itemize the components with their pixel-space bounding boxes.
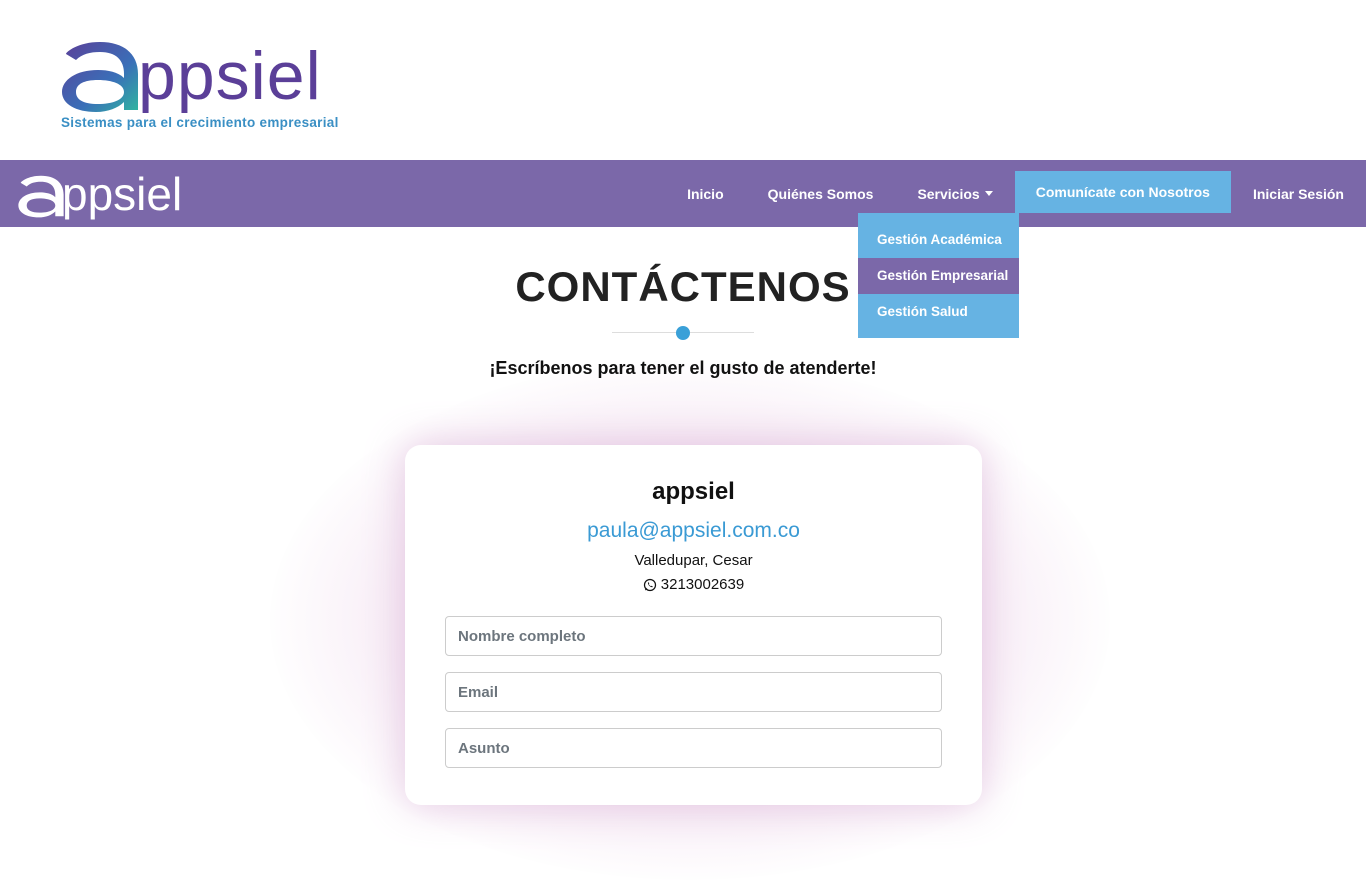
contact-phone-number: 3213002639 <box>660 576 745 593</box>
logo-a-mark-white <box>18 175 64 218</box>
logo-a-mark <box>62 42 138 112</box>
contact-phone: 3213002639 <box>405 576 982 593</box>
whatsapp-icon <box>643 578 656 591</box>
nav-inicio[interactable]: Inicio <box>665 160 746 227</box>
email-input[interactable] <box>445 672 942 712</box>
subject-input[interactable] <box>445 728 942 768</box>
full-name-input[interactable] <box>445 616 942 656</box>
top-brand-header: ppsiel Sistemas para el crecimiento empr… <box>0 0 1366 160</box>
page-title: CONTÁCTENOS <box>515 263 851 310</box>
contact-email-link[interactable]: paula@appsiel.com.co <box>405 519 982 543</box>
logo-wordmark: ppsiel <box>138 38 322 114</box>
contact-city: Valledupar, Cesar <box>634 552 753 569</box>
logo-tagline: Sistemas para el crecimiento empresarial <box>61 115 339 130</box>
navbar-logo-wordmark: ppsiel <box>62 168 183 220</box>
caret-down-icon <box>984 191 993 196</box>
appsiel-logo[interactable]: ppsiel Sistemas para el crecimiento empr… <box>58 38 388 134</box>
nav-comunicate[interactable]: Comunícate con Nosotros <box>1014 171 1231 213</box>
dropdown-item-academica[interactable]: Gestión Académica <box>858 222 1019 258</box>
main-navbar: ppsiel Inicio Quiénes Somos Servicios Co… <box>0 160 1366 227</box>
nav-servicios-label: Servicios <box>917 185 980 202</box>
navbar-logo[interactable]: ppsiel <box>16 164 216 224</box>
company-name: appsiel <box>652 478 735 505</box>
nav-iniciar-sesion[interactable]: Iniciar Sesión <box>1231 160 1366 227</box>
divider-dot <box>676 326 690 340</box>
page-subtitle: ¡Escríbenos para tener el gusto de atend… <box>489 358 877 378</box>
contact-card: appsiel paula@appsiel.com.co Valledupar,… <box>405 445 982 805</box>
